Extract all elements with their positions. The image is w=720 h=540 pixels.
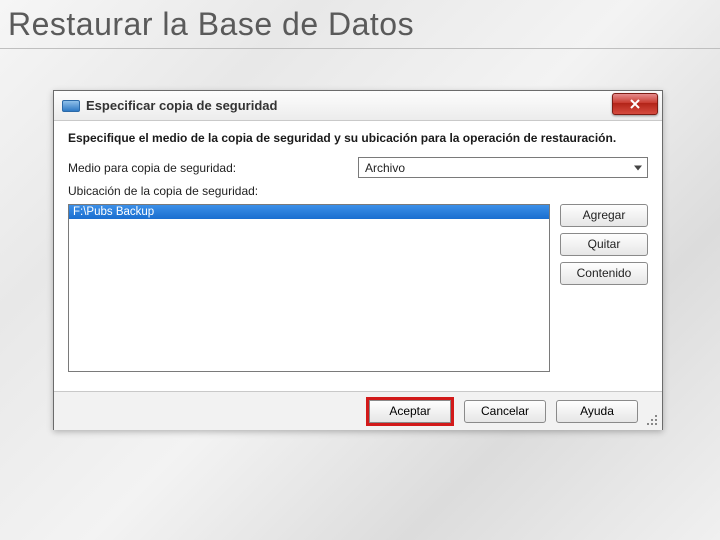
help-button[interactable]: Ayuda [556,400,638,423]
dialog-icon [62,100,80,112]
side-button-group: Agregar Quitar Contenido [560,204,648,372]
backup-location-list[interactable]: F:\Pubs Backup [68,204,550,372]
dialog-titlebar: Especificar copia de seguridad [54,91,662,121]
slide-title: Restaurar la Base de Datos [8,6,414,43]
dialog-title: Especificar copia de seguridad [86,98,277,113]
backup-media-combo[interactable]: Archivo [358,157,648,178]
backup-media-row: Medio para copia de seguridad: Archivo [68,157,648,178]
chevron-down-icon [634,165,642,170]
backup-location-row: Ubicación de la copia de seguridad: [68,184,648,198]
cancel-button[interactable]: Cancelar [464,400,546,423]
backup-location-label: Ubicación de la copia de seguridad: [68,184,358,198]
instruction-text: Especifique el medio de la copia de segu… [68,131,648,145]
contents-button[interactable]: Contenido [560,262,648,285]
list-item[interactable]: F:\Pubs Backup [69,205,549,219]
dialog-body: Especifique el medio de la copia de segu… [54,121,662,391]
backup-media-value: Archivo [365,161,405,175]
slide-title-divider [0,48,720,49]
backup-media-label: Medio para copia de seguridad: [68,161,358,175]
resize-grip-icon[interactable] [645,413,659,427]
ok-button-highlight: Aceptar [366,397,454,426]
add-button[interactable]: Agregar [560,204,648,227]
dialog-footer: Aceptar Cancelar Ayuda [54,391,662,430]
remove-button[interactable]: Quitar [560,233,648,256]
close-icon [629,98,641,110]
ok-button[interactable]: Aceptar [369,400,451,423]
close-button[interactable] [612,93,658,115]
specify-backup-dialog: Especificar copia de seguridad Especifiq… [53,90,663,430]
location-area: F:\Pubs Backup Agregar Quitar Contenido [68,204,648,372]
